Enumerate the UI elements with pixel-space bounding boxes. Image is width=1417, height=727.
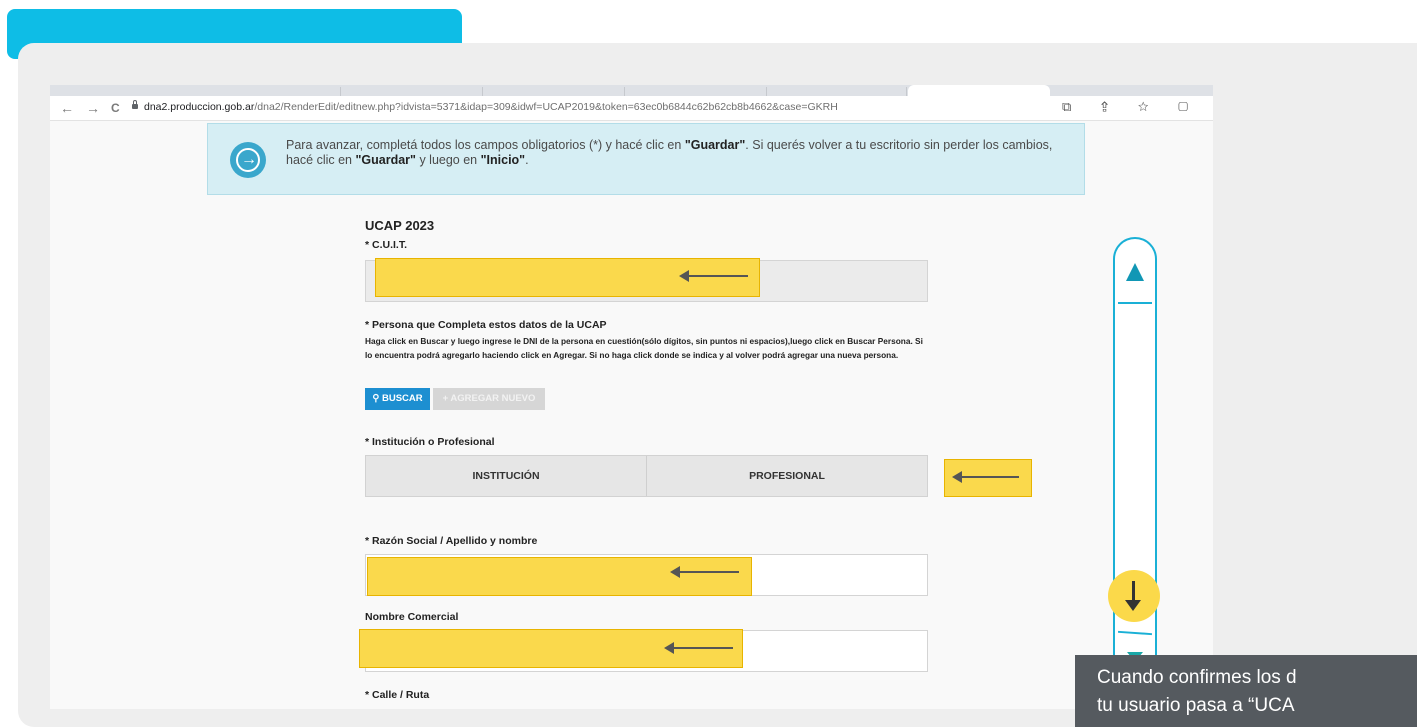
browser-tab-strip [50, 85, 1213, 96]
forward-icon[interactable]: → [86, 99, 100, 117]
back-icon[interactable]: ← [60, 99, 74, 117]
institucion-label: * Institución o Profesional [365, 436, 495, 448]
scroll-down-button[interactable] [1108, 570, 1160, 622]
agregar-nuevo-button[interactable]: + AGREGAR NUEVO [433, 388, 545, 410]
reload-icon[interactable]: C [111, 99, 120, 117]
toggle-highlight [944, 459, 1032, 497]
cuit-label: * C.U.I.T. [365, 239, 408, 251]
tooltip-line-2: tu usuario pasa a “UCA [1097, 695, 1295, 716]
option-institucion[interactable]: INSTITUCIÓN [366, 456, 646, 496]
institucion-profesional-toggle: INSTITUCIÓN PROFESIONAL [365, 455, 928, 497]
lock-icon [132, 100, 138, 109]
buscar-button[interactable]: ⚲ BUSCAR [365, 388, 430, 410]
nombre-comercial-highlight [359, 629, 743, 668]
search-icon: ⚲ [372, 393, 382, 404]
left-arrow-icon [664, 642, 733, 654]
form-title: UCAP 2023 [365, 218, 435, 233]
browser-tab[interactable] [626, 87, 767, 96]
left-arrow-icon [679, 270, 748, 282]
calle-ruta-label: * Calle / Ruta [365, 689, 430, 701]
option-profesional[interactable]: PROFESIONAL [647, 456, 927, 496]
nombre-comercial-label: Nombre Comercial [365, 611, 459, 623]
arrow-down-icon-head [1125, 600, 1141, 611]
persona-help-text: Haga click en Buscar y luego ingrese le … [365, 336, 923, 360]
browser-tab-active[interactable] [908, 85, 1050, 96]
notice-box: → Para avanzar, completá todos los campo… [207, 123, 1085, 195]
scroll-divider [1118, 302, 1152, 304]
razon-social-highlight [367, 557, 752, 596]
scroll-up-icon[interactable] [1126, 263, 1144, 281]
left-arrow-icon [670, 566, 739, 578]
browser-tab[interactable] [484, 87, 625, 96]
browser-tab[interactable] [342, 87, 483, 96]
tooltip-callout: Cuando confirmes los d tu usuario pasa a… [1075, 655, 1417, 727]
browser-tab[interactable] [768, 87, 907, 96]
toolbar-icons[interactable]: ⧉ ⇪ ☆ ▢ [1062, 99, 1201, 115]
razon-social-label: * Razón Social / Apellido y nombre [365, 535, 538, 547]
left-arrow-icon [952, 471, 1019, 483]
scrollbar[interactable] [1113, 237, 1157, 727]
url-path: /dna2/RenderEdit/editnew.php?idvista=537… [254, 101, 838, 113]
browser-window: ← → C dna2.produccion.gob.ar/dna2/Render… [50, 85, 1213, 709]
url-host: dna2.produccion.gob.ar [144, 101, 255, 113]
persona-label: * Persona que Completa estos datos de la… [365, 319, 607, 331]
browser-tab[interactable] [200, 87, 341, 96]
tooltip-line-1: Cuando confirmes los d [1097, 667, 1297, 688]
browser-toolbar: ← → C dna2.produccion.gob.ar/dna2/Render… [50, 96, 1213, 121]
notice-text: Para avanzar, completá todos los campos … [286, 138, 1053, 167]
cuit-highlight [375, 258, 760, 297]
address-bar[interactable]: dna2.produccion.gob.ar/dna2/RenderEdit/e… [144, 101, 838, 113]
scroll-divider [1117, 630, 1153, 636]
arrow-right-circle-icon: → [230, 142, 266, 178]
